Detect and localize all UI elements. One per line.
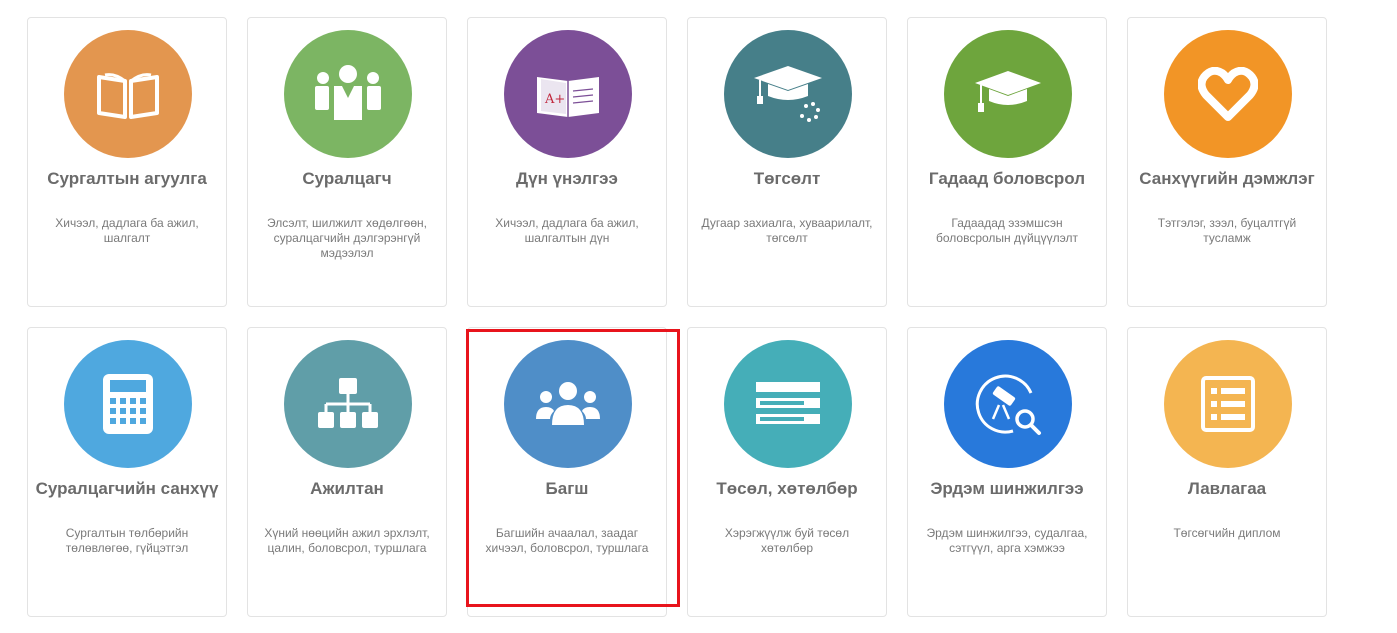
card-foreign-education[interactable]: Гадаад боловсрол Гадаадад эзэмшсэн болов… bbox=[907, 17, 1107, 307]
card-icon-circle bbox=[724, 30, 852, 158]
card-title: Эрдэм шинжилгээ bbox=[930, 479, 1084, 498]
card-course-content[interactable]: Сургалтын агуулга Хичээл, дадлага ба ажи… bbox=[27, 17, 227, 307]
card-description: Багшийн ачаалал, заадаг хичээл, боловсро… bbox=[485, 526, 649, 555]
card-icon-circle bbox=[284, 340, 412, 468]
card-icon-circle bbox=[64, 340, 192, 468]
students-icon bbox=[315, 65, 381, 120]
card-icon-circle bbox=[944, 30, 1072, 158]
card-title: Сургалтын агуулга bbox=[47, 169, 207, 188]
card-icon-circle: A+ bbox=[504, 30, 632, 158]
card-title: Лавлагаа bbox=[1187, 479, 1267, 498]
card-icon-circle bbox=[944, 340, 1072, 468]
card-icon-circle bbox=[1164, 30, 1292, 158]
card-title: Төгсөлт bbox=[753, 169, 821, 188]
card-icon-circle bbox=[504, 340, 632, 468]
svg-text:A+: A+ bbox=[544, 92, 565, 107]
card-research[interactable]: Эрдэм шинжилгээ Эрдэм шинжилгээ, судалга… bbox=[907, 327, 1107, 617]
teachers-group-icon bbox=[536, 382, 600, 425]
card-description: Хүний нөөцийн ажил эрхлэлт, цалин, болов… bbox=[264, 526, 430, 555]
card-icon-circle bbox=[724, 340, 852, 468]
card-title: Төсөл, хөтөлбөр bbox=[716, 479, 858, 498]
card-teachers[interactable]: Багш Багшийн ачаалал, заадаг хичээл, бол… bbox=[467, 327, 667, 617]
card-title: Санхүүгийн дэмжлэг bbox=[1139, 169, 1315, 188]
card-description: Хэрэгжүүлж буй төсөл хөтөлбөр bbox=[724, 526, 850, 555]
card-title: Суралцагч bbox=[302, 169, 392, 188]
card-financial-aid[interactable]: Санхүүгийн дэмжлэг Тэтгэлэг, зээл, буцал… bbox=[1127, 17, 1327, 307]
card-icon-circle bbox=[64, 30, 192, 158]
telescope-search-icon bbox=[975, 374, 1041, 435]
card-student-finance[interactable]: Суралцагчийн санхүү Сургалтын төлбөрийн … bbox=[27, 327, 227, 617]
list-bars-icon bbox=[756, 382, 820, 424]
card-icon-circle bbox=[284, 30, 412, 158]
card-description: Хичээл, дадлага ба ажил, шалгалт bbox=[55, 216, 199, 245]
card-description: Дугаар захиалга, хуваарилалт, төгсөлт bbox=[701, 216, 873, 245]
card-title: Гадаад боловсрол bbox=[928, 169, 1086, 188]
card-reference[interactable]: Лавлагаа Төгсөгчийн диплом bbox=[1127, 327, 1327, 617]
card-title: Суралцагчийн санхүү bbox=[35, 479, 219, 498]
card-description: Хичээл, дадлага ба ажил, шалгалтын дүн bbox=[495, 216, 639, 245]
heart-icon bbox=[1198, 67, 1258, 121]
card-icon-circle bbox=[1164, 340, 1292, 468]
document-list-icon bbox=[1201, 376, 1255, 432]
card-students[interactable]: Суралцагч Элсэлт, шилжилт хөдөлгөөн, сур… bbox=[247, 17, 447, 307]
card-graduation[interactable]: Төгсөлт Дугаар захиалга, хуваарилалт, тө… bbox=[687, 17, 887, 307]
card-grades[interactable]: A+ Дүн үнэлгээ Хичээл, дадлага ба ажил, … bbox=[467, 17, 667, 307]
graduation-cap-icon bbox=[975, 71, 1041, 112]
card-projects[interactable]: Төсөл, хөтөлбөр Хэрэгжүүлж буй төсөл хөт… bbox=[687, 327, 887, 617]
card-description: Элсэлт, шилжилт хөдөлгөөн, суралцагчийн … bbox=[267, 216, 427, 260]
card-title: Багш bbox=[545, 479, 589, 498]
graduation-cap-icon bbox=[754, 66, 822, 122]
org-chart-icon bbox=[318, 378, 378, 428]
card-staff[interactable]: Ажилтан Хүний нөөцийн ажил эрхлэлт, цали… bbox=[247, 327, 447, 617]
graded-book-icon: A+ bbox=[537, 77, 599, 117]
card-description: Эрдэм шинжилгээ, судалгаа, сэтгүүл, арга… bbox=[926, 526, 1088, 555]
card-title: Ажилтан bbox=[310, 479, 384, 498]
open-book-icon bbox=[97, 73, 159, 119]
card-description: Гадаадад эзэмшсэн боловсролын дүйцүүлэлт bbox=[936, 216, 1078, 245]
card-title: Дүн үнэлгээ bbox=[516, 169, 618, 188]
card-description: Төгсөгчийн диплом bbox=[1173, 526, 1281, 540]
calculator-icon bbox=[103, 374, 153, 434]
card-description: Сургалтын төлбөрийн төлөвлөгөө, гүйцэтгэ… bbox=[65, 526, 189, 555]
card-description: Тэтгэлэг, зээл, буцалтгүй тусламж bbox=[1157, 216, 1297, 245]
